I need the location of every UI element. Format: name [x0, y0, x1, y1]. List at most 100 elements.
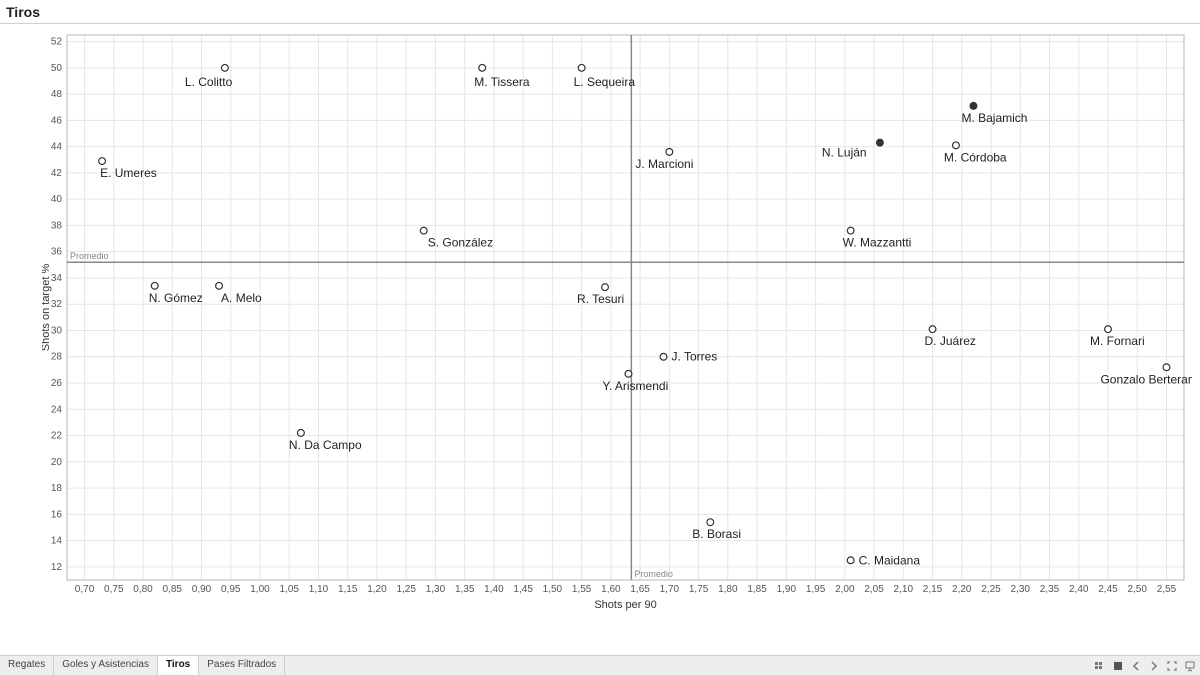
data-point[interactable]	[420, 227, 427, 234]
data-point[interactable]	[479, 64, 486, 71]
svg-text:30: 30	[51, 325, 63, 336]
svg-text:20: 20	[51, 457, 63, 468]
svg-text:1,45: 1,45	[513, 584, 533, 595]
toolbar	[1094, 656, 1196, 675]
svg-text:Shots on target %: Shots on target %	[42, 264, 52, 352]
svg-text:1,65: 1,65	[630, 584, 650, 595]
svg-text:1,35: 1,35	[455, 584, 475, 595]
svg-text:1,80: 1,80	[718, 584, 738, 595]
grid-icon[interactable]	[1094, 660, 1106, 672]
data-point[interactable]	[660, 353, 667, 360]
svg-text:1,30: 1,30	[426, 584, 446, 595]
scatter-plot[interactable]: PromedioPromedio0,700,750,800,850,900,95…	[42, 30, 1192, 620]
svg-text:2,00: 2,00	[835, 584, 855, 595]
data-point-label: J. Marcioni	[635, 157, 693, 171]
data-point-label: C. Maidana	[859, 553, 921, 567]
svg-text:2,40: 2,40	[1069, 584, 1089, 595]
svg-text:18: 18	[51, 483, 63, 494]
svg-text:2,15: 2,15	[923, 584, 943, 595]
data-point-label: R. Tesuri	[577, 292, 624, 306]
data-point-label: B. Borasi	[692, 527, 741, 541]
svg-text:40: 40	[51, 194, 63, 205]
svg-text:14: 14	[51, 536, 63, 547]
data-point[interactable]	[298, 430, 305, 437]
svg-text:36: 36	[51, 247, 63, 258]
svg-text:32: 32	[51, 299, 63, 310]
svg-text:1,85: 1,85	[747, 584, 767, 595]
data-point[interactable]	[876, 139, 883, 146]
svg-text:0,75: 0,75	[104, 584, 124, 595]
svg-text:26: 26	[51, 378, 63, 389]
chart-title: Tiros	[6, 4, 40, 20]
data-point[interactable]	[1163, 364, 1170, 371]
presentation-icon[interactable]	[1184, 660, 1196, 672]
svg-text:1,90: 1,90	[777, 584, 797, 595]
filmstrip-icon[interactable]	[1112, 660, 1124, 672]
prev-icon[interactable]	[1130, 660, 1142, 672]
data-point[interactable]	[970, 103, 977, 110]
data-point[interactable]	[847, 557, 854, 564]
data-point-label: W. Mazzantti	[843, 236, 912, 250]
data-point[interactable]	[847, 227, 854, 234]
data-point[interactable]	[625, 370, 632, 377]
svg-text:0,80: 0,80	[133, 584, 153, 595]
svg-text:0,70: 0,70	[75, 584, 95, 595]
data-point[interactable]	[1105, 326, 1112, 333]
data-point[interactable]	[578, 64, 585, 71]
chart-frame: Tiros PromedioPromedio0,700,750,800,850,…	[0, 0, 1200, 675]
fullscreen-icon[interactable]	[1166, 660, 1178, 672]
svg-text:1,25: 1,25	[396, 584, 416, 595]
sheet-tab-regates[interactable]: Regates	[0, 656, 54, 675]
svg-text:0,85: 0,85	[163, 584, 183, 595]
data-point-label: Gonzalo Berterame	[1100, 372, 1192, 386]
data-point-label: J. Torres	[672, 350, 718, 364]
data-point-label: M. Fornari	[1090, 334, 1145, 348]
svg-text:1,55: 1,55	[572, 584, 592, 595]
data-point[interactable]	[707, 519, 714, 526]
svg-text:0,90: 0,90	[192, 584, 212, 595]
svg-text:1,75: 1,75	[689, 584, 709, 595]
data-point-label: N. Luján	[822, 146, 867, 160]
svg-text:1,05: 1,05	[279, 584, 299, 595]
data-point[interactable]	[216, 282, 223, 289]
sheet-tab-pases-filtrados[interactable]: Pases Filtrados	[199, 656, 285, 675]
svg-text:2,35: 2,35	[1040, 584, 1060, 595]
data-point-label: L. Colitto	[185, 75, 233, 89]
svg-text:52: 52	[51, 37, 63, 48]
svg-text:1,15: 1,15	[338, 584, 358, 595]
svg-text:44: 44	[51, 142, 63, 153]
sheet-tabs: RegatesGoles y AsistenciasTirosPases Fil…	[0, 655, 1200, 675]
svg-text:1,40: 1,40	[484, 584, 504, 595]
sheet-tab-goles-y-asistencias[interactable]: Goles y Asistencias	[54, 656, 158, 675]
data-point[interactable]	[602, 284, 609, 291]
svg-text:2,25: 2,25	[981, 584, 1001, 595]
data-point-label: M. Bajamich	[961, 111, 1027, 125]
svg-text:34: 34	[51, 273, 63, 284]
data-point[interactable]	[666, 148, 673, 155]
svg-text:1,70: 1,70	[660, 584, 680, 595]
svg-text:2,50: 2,50	[1127, 584, 1147, 595]
svg-text:1,20: 1,20	[367, 584, 387, 595]
data-point-label: A. Melo	[221, 291, 262, 305]
data-point[interactable]	[929, 326, 936, 333]
data-point[interactable]	[953, 142, 960, 149]
svg-text:22: 22	[51, 431, 63, 442]
data-point-label: L. Sequeira	[574, 75, 636, 89]
data-point-label: M. Córdoba	[944, 150, 1007, 164]
svg-text:2,20: 2,20	[952, 584, 972, 595]
svg-text:1,10: 1,10	[309, 584, 329, 595]
svg-text:Shots per 90: Shots per 90	[594, 599, 656, 611]
data-point[interactable]	[222, 64, 229, 71]
svg-text:1,60: 1,60	[601, 584, 621, 595]
sheet-tab-tiros[interactable]: Tiros	[158, 656, 199, 675]
data-point[interactable]	[151, 282, 158, 289]
data-point[interactable]	[99, 158, 106, 165]
next-icon[interactable]	[1148, 660, 1160, 672]
svg-text:16: 16	[51, 509, 63, 520]
data-point-label: N. Da Campo	[289, 438, 362, 452]
svg-text:2,55: 2,55	[1157, 584, 1177, 595]
svg-text:48: 48	[51, 89, 63, 100]
data-point-label: Y. Arismendi	[602, 379, 668, 393]
svg-text:2,10: 2,10	[894, 584, 914, 595]
svg-text:Promedio: Promedio	[634, 569, 673, 579]
